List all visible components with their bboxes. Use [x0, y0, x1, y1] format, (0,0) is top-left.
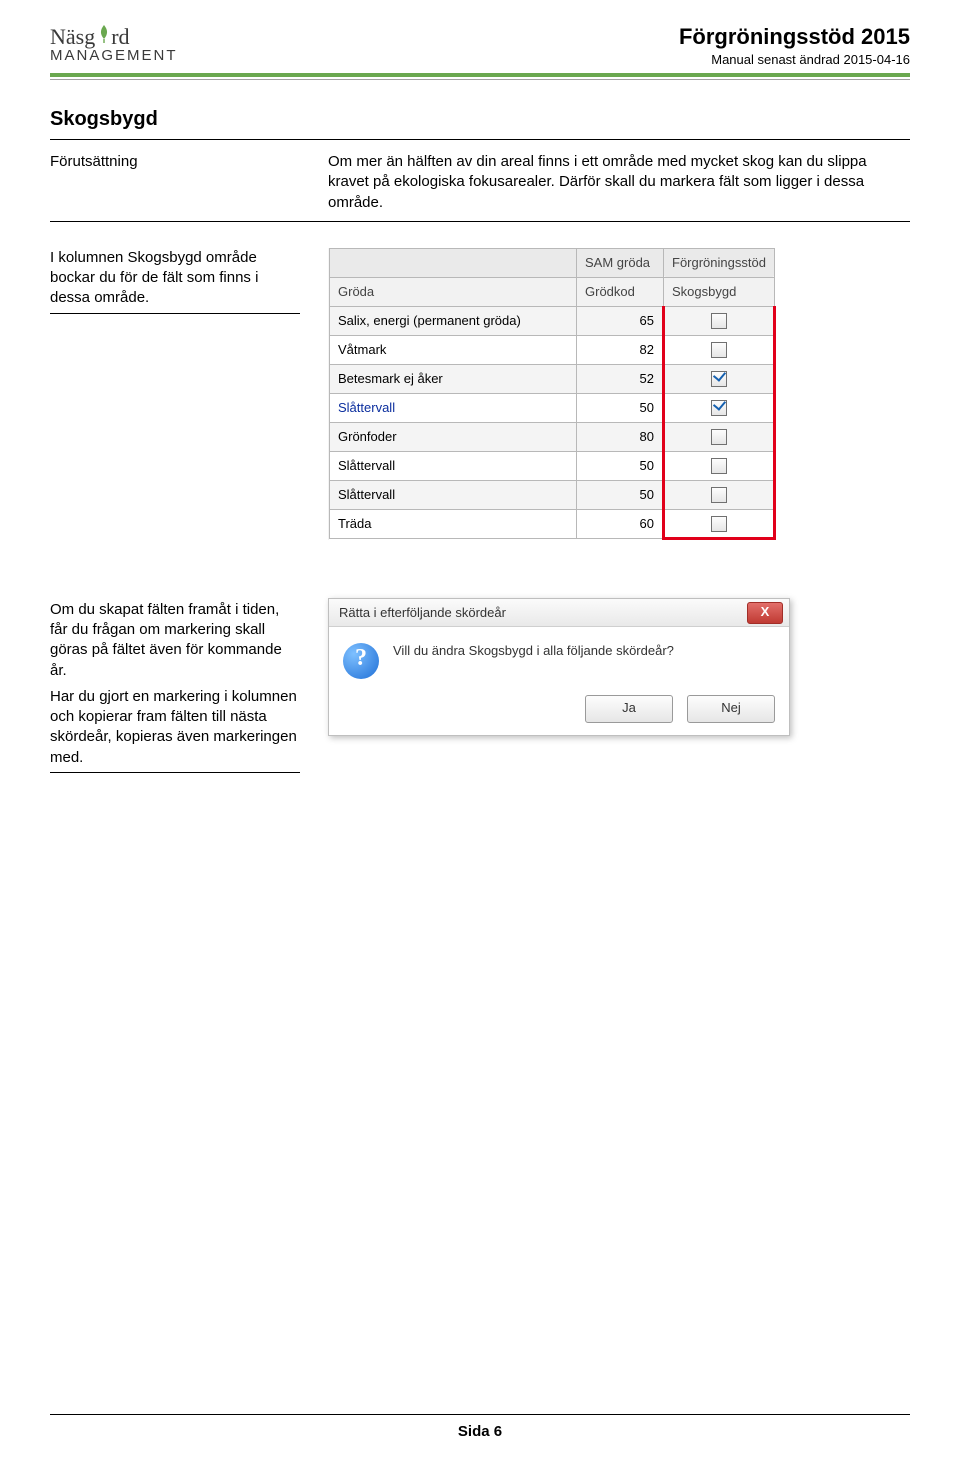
- table-row: Träda60: [330, 509, 775, 538]
- crop-code: 80: [577, 422, 664, 451]
- divider: [50, 139, 910, 140]
- table-row: Slåttervall50: [330, 480, 775, 509]
- checkbox-icon[interactable]: [711, 458, 727, 474]
- checkbox-icon[interactable]: [711, 429, 727, 445]
- grid-group-forg: Förgröningsstöd: [664, 248, 775, 277]
- skogsbygd-cell[interactable]: [664, 335, 775, 364]
- crop-name: Slåttervall: [330, 451, 577, 480]
- dialog-title: Rätta i efterföljande skördeår: [339, 605, 506, 620]
- checkbox-icon[interactable]: [711, 313, 727, 329]
- skogsbygd-cell[interactable]: [664, 306, 775, 335]
- crop-code: 65: [577, 306, 664, 335]
- question-icon: [343, 643, 379, 679]
- footer-rule: [50, 1414, 910, 1415]
- dialog-message: Vill du ändra Skogsbygd i alla följande …: [393, 643, 674, 658]
- crop-name: Betesmark ej åker: [330, 364, 577, 393]
- crop-code: 50: [577, 393, 664, 422]
- skogsbygd-cell[interactable]: [664, 480, 775, 509]
- header-rule: [50, 73, 910, 77]
- skogsbygd-cell[interactable]: [664, 509, 775, 538]
- dialog-yes-button[interactable]: Ja: [585, 695, 673, 723]
- section-heading: Skogsbygd: [50, 108, 910, 131]
- brand-subtext: MANAGEMENT: [50, 48, 178, 63]
- block2-caption-b: Har du gjort en markering i kolumnen och…: [50, 687, 300, 768]
- checkbox-icon[interactable]: [711, 342, 727, 358]
- crops-grid: SAM gröda Förgröningsstöd Gröda Grödkod …: [328, 248, 776, 540]
- brand-text-a: Näsg: [50, 26, 95, 48]
- skogsbygd-cell[interactable]: [664, 393, 775, 422]
- precondition-text: Om mer än hälften av din areal finns i e…: [328, 152, 910, 213]
- crop-code: 82: [577, 335, 664, 364]
- page-header: Näsg rd MANAGEMENT Förgröningsstöd 2015 …: [50, 24, 910, 67]
- confirm-dialog: Rätta i efterföljande skördeår X Vill du…: [328, 598, 790, 736]
- crop-code: 52: [577, 364, 664, 393]
- leaf-icon: [97, 24, 111, 44]
- table-row: Salix, energi (permanent gröda)65: [330, 306, 775, 335]
- crop-name: Träda: [330, 509, 577, 538]
- divider-short: [50, 772, 300, 773]
- crop-code: 50: [577, 480, 664, 509]
- page-footer: Sida 6: [0, 1414, 960, 1440]
- grid-group-sam: SAM gröda: [577, 248, 664, 277]
- checkbox-icon[interactable]: [711, 371, 727, 387]
- crop-name: Grönfoder: [330, 422, 577, 451]
- grid-col-grodkod: Grödkod: [577, 277, 664, 306]
- crop-name: Våtmark: [330, 335, 577, 364]
- crop-name: Salix, energi (permanent gröda): [330, 306, 577, 335]
- precondition-label: Förutsättning: [50, 152, 300, 172]
- table-row: Betesmark ej åker52: [330, 364, 775, 393]
- doc-title: Förgröningsstöd 2015: [679, 24, 910, 50]
- skogsbygd-cell[interactable]: [664, 422, 775, 451]
- checkbox-icon[interactable]: [711, 516, 727, 532]
- divider: [50, 221, 910, 222]
- dialog-close-button[interactable]: X: [747, 602, 783, 624]
- block2-caption-a: Om du skapat fälten framåt i tiden, får …: [50, 600, 300, 681]
- brand-text-b: rd: [111, 26, 129, 48]
- table-row: Slåttervall50: [330, 451, 775, 480]
- brand-logo: Näsg rd MANAGEMENT: [50, 24, 178, 63]
- crop-code: 50: [577, 451, 664, 480]
- skogsbygd-cell[interactable]: [664, 451, 775, 480]
- grid-col-groda: Gröda: [330, 277, 577, 306]
- crop-code: 60: [577, 509, 664, 538]
- doc-subtitle: Manual senast ändrad 2015-04-16: [679, 52, 910, 67]
- crop-name: Slåttervall: [330, 480, 577, 509]
- block1-caption: I kolumnen Skogsbygd område bockar du fö…: [50, 248, 300, 309]
- header-rule-thin: [50, 79, 910, 80]
- checkbox-icon[interactable]: [711, 400, 727, 416]
- grid-col-skogsbygd: Skogsbygd: [664, 277, 775, 306]
- page-number: Sida 6: [458, 1423, 502, 1440]
- table-row: Våtmark82: [330, 335, 775, 364]
- table-row: Slåttervall50: [330, 393, 775, 422]
- table-row: Grönfoder80: [330, 422, 775, 451]
- divider-short: [50, 313, 300, 314]
- dialog-no-button[interactable]: Nej: [687, 695, 775, 723]
- crop-name: Slåttervall: [330, 393, 577, 422]
- skogsbygd-cell[interactable]: [664, 364, 775, 393]
- checkbox-icon[interactable]: [711, 487, 727, 503]
